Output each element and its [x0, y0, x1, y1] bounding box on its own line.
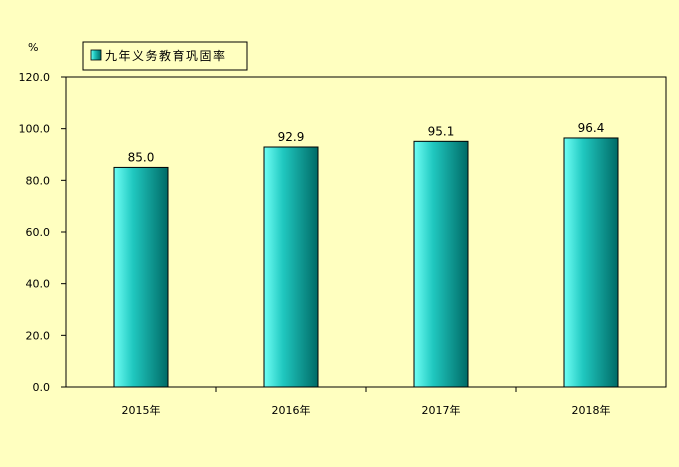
- x-axis: 2015年 2016年 2017年 2018年: [122, 387, 611, 417]
- data-label: 95.1: [428, 124, 455, 138]
- x-tick-label: 2016年: [272, 403, 311, 417]
- y-tick-label: 120.0: [19, 71, 51, 84]
- legend: 九年义务教育巩固率: [82, 41, 248, 71]
- x-tick-label: 2015年: [122, 403, 161, 417]
- bar: [113, 166, 169, 388]
- y-tick-label: 0.0: [33, 381, 51, 394]
- bar: [413, 140, 469, 388]
- x-tick-label: 2017年: [422, 403, 461, 417]
- y-tick-label: 80.0: [26, 174, 51, 187]
- data-label: 96.4: [578, 121, 605, 135]
- y-tick-label: 40.0: [26, 278, 51, 291]
- data-label: 85.0: [128, 150, 155, 164]
- y-unit-label: %: [28, 41, 38, 54]
- bar: [563, 137, 619, 388]
- y-tick-label: 20.0: [26, 329, 51, 342]
- y-axis: 0.0 20.0 40.0 60.0 80.0 100.0 120.0: [19, 71, 66, 394]
- bar: [263, 146, 319, 388]
- y-tick-label: 100.0: [19, 123, 51, 136]
- legend-swatch: [90, 49, 102, 61]
- x-tick-label: 2018年: [572, 403, 611, 417]
- y-tick-label: 60.0: [26, 226, 51, 239]
- legend-label: 九年义务教育巩固率: [105, 48, 227, 63]
- data-label: 92.9: [278, 130, 305, 144]
- bar-chart: % 九年义务教育巩固率 0.0 20.0 40.0 60.0 80.0 100.0 120.…: [19, 41, 667, 417]
